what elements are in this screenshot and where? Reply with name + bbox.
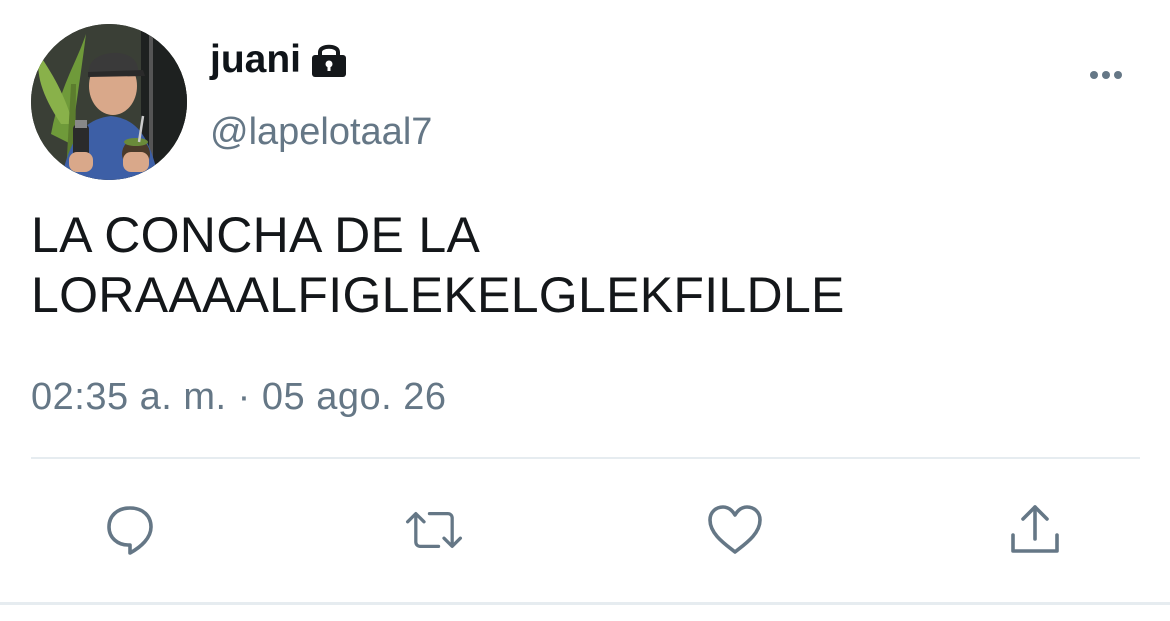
tweet-card: juani @lapelotaal7 LA CONCHA DE LA LORAA… [0, 0, 1170, 621]
tweet-text-line-2: LORAAAALFIGLEKELGLEKFILDLE [31, 267, 845, 323]
reply-icon [107, 506, 153, 555]
retweet-icon [406, 512, 462, 548]
reply-button[interactable] [100, 500, 160, 560]
user-handle[interactable]: @lapelotaal7 [210, 113, 432, 151]
more-horizontal-icon [1090, 71, 1122, 79]
share-button[interactable] [1005, 500, 1065, 560]
divider [31, 457, 1140, 459]
retweet-button[interactable] [404, 500, 464, 560]
more-options-button[interactable] [1082, 58, 1132, 92]
bottom-divider [0, 602, 1170, 605]
lock-icon [309, 42, 349, 78]
tweet-text-line-1: LA CONCHA DE LA [31, 207, 481, 263]
tweet-timestamp[interactable]: 02:35 a. m. · 05 ago. 26 [31, 378, 447, 416]
tweet-text: LA CONCHA DE LA LORAAAALFIGLEKELGLEKFILD… [31, 205, 1131, 325]
avatar[interactable] [31, 24, 187, 180]
heart-icon [708, 505, 762, 554]
display-name[interactable]: juani [210, 40, 301, 79]
share-icon [1011, 505, 1059, 553]
like-button[interactable] [705, 500, 765, 560]
display-name-row: juani [210, 40, 349, 79]
